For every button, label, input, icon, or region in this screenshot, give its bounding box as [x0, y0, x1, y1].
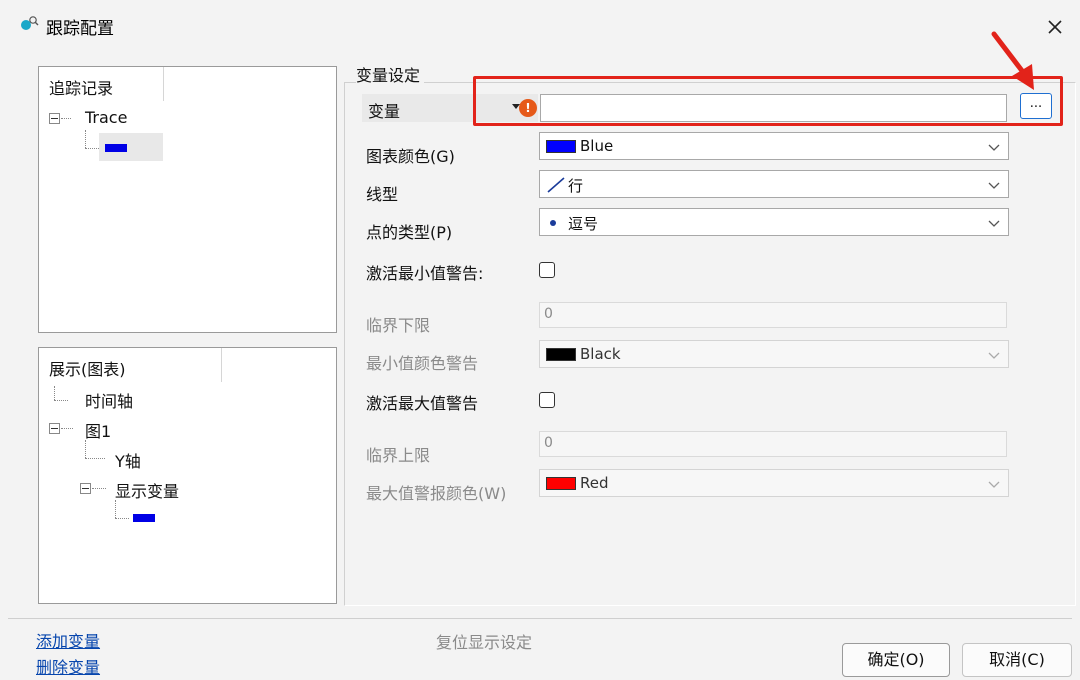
chevron-down-icon [988, 144, 1000, 151]
lower-limit-label: 临界下限 [366, 316, 431, 335]
display-panel-header-label: 展示(图表) [49, 360, 126, 379]
title-bar [0, 0, 1080, 52]
add-variable-link[interactable]: 添加变量 [36, 628, 100, 652]
line-type-select[interactable]: 行 [539, 170, 1009, 198]
black-swatch [546, 348, 576, 361]
tree-connector [85, 148, 99, 149]
lower-limit-value: 0 [544, 306, 553, 322]
max-color-select[interactable]: Red [539, 469, 1009, 497]
chevron-down-icon [988, 182, 1000, 189]
chart-color-label: 图表颜色(G) [366, 147, 455, 166]
display-panel-header: 展示(图表) [39, 348, 222, 382]
close-button[interactable] [1040, 12, 1070, 42]
tree-item-trace[interactable]: Trace [85, 108, 127, 127]
window-title: 跟踪配置 [46, 19, 114, 39]
trace-panel-header: 追踪记录 [39, 67, 164, 101]
point-type-value: 逗号 [568, 215, 599, 233]
trace-expander[interactable] [49, 113, 60, 124]
trace-tree-panel[interactable]: 追踪记录 Trace [38, 66, 337, 333]
delete-variable-link[interactable]: 删除变量 [36, 654, 100, 678]
tree-connector [61, 118, 71, 119]
tree-item-display-variable[interactable]: 显示变量 [115, 478, 179, 502]
upper-limit-input[interactable]: 0 [539, 431, 1007, 457]
point-type-select[interactable]: 逗号 [539, 208, 1009, 236]
tree-item-chart1[interactable]: 图1 [85, 418, 111, 442]
variable-settings-title: 变量设定 [356, 62, 425, 86]
reset-display-button[interactable]: 复位显示设定 [436, 629, 532, 653]
min-color-value: Black [580, 345, 621, 363]
min-color-label: 最小值颜色警告 [366, 354, 479, 373]
max-warning-label: 激活最大值警告 [366, 394, 479, 413]
tree-item-timeaxis[interactable]: 时间轴 [85, 388, 133, 412]
tree-item-y-axis[interactable]: Y轴 [115, 448, 141, 472]
variable-label: 变量 [368, 102, 401, 121]
ok-button[interactable]: 确定(O) [842, 643, 950, 677]
chevron-down-icon [988, 352, 1000, 359]
tree-connector [61, 428, 73, 429]
red-swatch [546, 477, 576, 490]
highlight-box [473, 76, 1063, 126]
tree-item-trace-variable[interactable] [99, 133, 163, 161]
max-warning-checkbox[interactable] [539, 392, 555, 408]
chevron-down-icon [988, 481, 1000, 488]
line-icon [547, 177, 565, 193]
chart-color-value: Blue [580, 137, 614, 155]
trace-color-swatch [105, 144, 127, 152]
line-type-label: 线型 [366, 185, 399, 204]
max-color-label: 最大值警报颜色(W) [366, 484, 507, 503]
tree-connector [54, 386, 55, 400]
display-variable-swatch[interactable] [133, 514, 155, 522]
tree-connector [92, 488, 106, 489]
min-warning-label: 激活最小值警告: [366, 264, 484, 283]
line-type-value: 行 [568, 177, 584, 195]
chart1-expander[interactable] [49, 423, 60, 434]
min-color-select[interactable]: Black [539, 340, 1009, 368]
tree-connector [115, 518, 129, 519]
footer-separator [8, 618, 1072, 619]
blue-swatch [546, 140, 576, 153]
tree-connector [85, 458, 105, 459]
upper-limit-value: 0 [544, 435, 553, 451]
cancel-button[interactable]: 取消(C) [962, 643, 1072, 677]
display-tree-panel[interactable]: 展示(图表) 时间轴 图1 Y轴 显示变量 [38, 347, 337, 604]
close-icon [1048, 20, 1062, 34]
chevron-down-icon [988, 220, 1000, 227]
max-color-value: Red [580, 474, 609, 492]
display-variable-expander[interactable] [80, 483, 91, 494]
tree-connector [54, 400, 68, 401]
tree-connector [115, 500, 116, 518]
point-icon [550, 220, 556, 226]
trace-panel-header-label: 追踪记录 [49, 79, 114, 98]
tree-connector [85, 130, 86, 148]
app-icon [18, 14, 40, 36]
chart-color-select[interactable]: Blue [539, 132, 1009, 160]
red-arrow-annotation [990, 30, 1040, 92]
upper-limit-label: 临界上限 [366, 446, 431, 465]
tree-connector [85, 440, 86, 458]
point-type-label: 点的类型(P) [366, 223, 453, 242]
lower-limit-input[interactable]: 0 [539, 302, 1007, 328]
min-warning-checkbox[interactable] [539, 262, 555, 278]
